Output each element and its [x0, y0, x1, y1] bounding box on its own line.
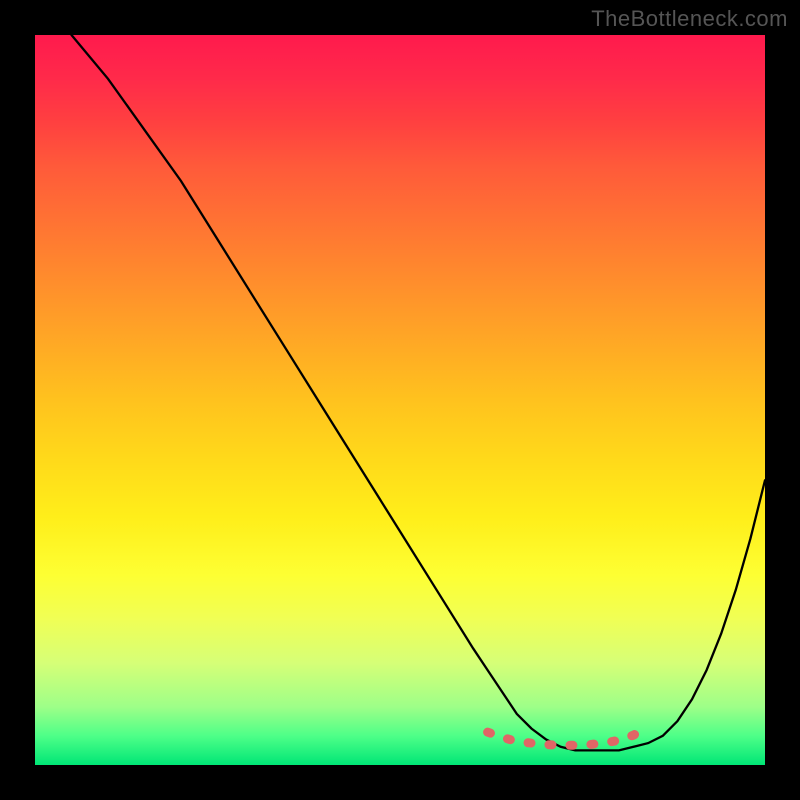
main-curve-line [72, 35, 766, 750]
watermark-text: TheBottleneck.com [591, 6, 788, 32]
plot-area [35, 35, 765, 765]
chart-frame: TheBottleneck.com [0, 0, 800, 800]
chart-svg [35, 35, 765, 765]
dotted-low-curve [488, 727, 649, 745]
